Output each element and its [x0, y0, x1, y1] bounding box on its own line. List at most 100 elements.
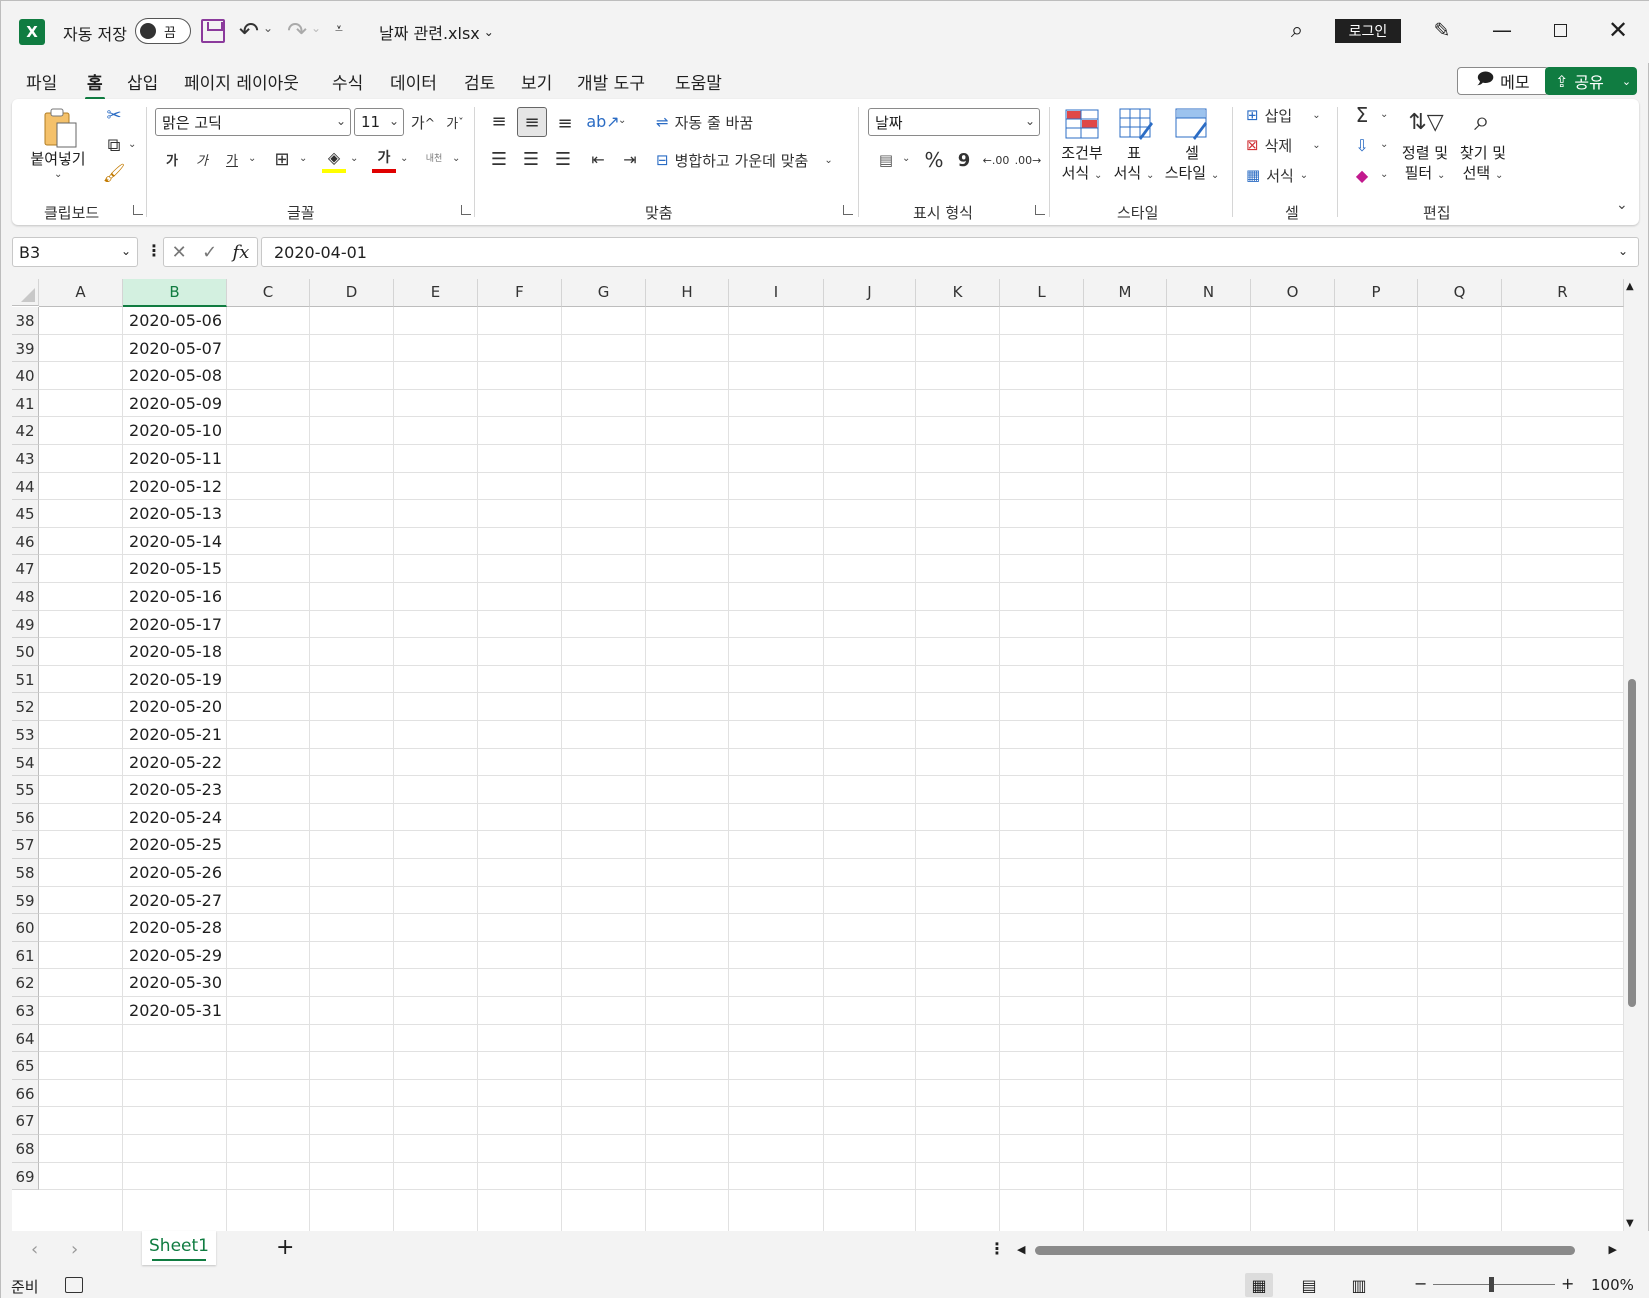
align-top-icon[interactable]: ≡	[485, 107, 513, 135]
row-header[interactable]: 66	[12, 1079, 39, 1108]
column-header-k[interactable]: K	[916, 279, 1000, 307]
row-header[interactable]: 45	[12, 500, 39, 528]
cell-b[interactable]: 2020-05-24	[123, 804, 227, 832]
name-box[interactable]: B3 ⌄	[12, 237, 138, 267]
chevron-down-icon[interactable]: ⌄	[350, 153, 358, 164]
vertical-scrollbar[interactable]: ▲ ▼	[1624, 279, 1639, 1231]
align-right-icon[interactable]: ☰	[549, 145, 577, 173]
wrap-text-button[interactable]: ⇌ 자동 줄 바꿈	[656, 109, 753, 135]
comma-style-icon[interactable]: 9	[954, 147, 974, 173]
row-header[interactable]: 55	[12, 776, 39, 804]
column-header-p[interactable]: P	[1335, 279, 1418, 307]
increase-decimal-icon[interactable]: ←.00	[982, 147, 1010, 173]
align-center-icon[interactable]: ☰	[517, 145, 545, 173]
tab-file[interactable]: 파일	[24, 69, 59, 94]
row-header[interactable]: 38	[12, 307, 39, 335]
cell-b[interactable]: 2020-05-22	[123, 749, 227, 777]
clipboard-launcher-icon[interactable]	[133, 205, 143, 215]
zoom-level[interactable]: 100%	[1591, 1276, 1634, 1294]
clear-icon[interactable]: ◆	[1350, 163, 1374, 187]
insert-function-icon[interactable]: fx	[233, 242, 250, 263]
macro-record-icon[interactable]	[65, 1277, 83, 1293]
column-header-c[interactable]: C	[227, 279, 310, 307]
cell-b[interactable]: 2020-05-30	[123, 969, 227, 997]
scroll-left-icon[interactable]: ◀	[1017, 1243, 1025, 1256]
row-header[interactable]: 51	[12, 665, 39, 694]
chevron-down-icon[interactable]: ⌄	[1380, 109, 1388, 120]
cell-b[interactable]: 2020-05-18	[123, 638, 227, 666]
cut-icon[interactable]: ✂	[102, 103, 126, 127]
column-header-d[interactable]: D	[310, 279, 394, 307]
tab-review[interactable]: 검토	[462, 69, 497, 94]
chevron-down-icon[interactable]: ⌄	[299, 153, 307, 164]
share-button[interactable]: ⇪ 공유 ⌄	[1545, 67, 1637, 95]
column-header-e[interactable]: E	[394, 279, 478, 307]
increase-indent-icon[interactable]: ⇥	[616, 145, 644, 173]
find-select-icon[interactable]: ⌕	[1462, 103, 1502, 139]
grow-font-icon[interactable]: 가 ^	[410, 109, 436, 135]
close-button[interactable]: ✕	[1605, 15, 1631, 45]
cell-b[interactable]: 2020-05-11	[123, 445, 227, 473]
cell-b[interactable]: 2020-05-07	[123, 335, 227, 363]
orientation-icon[interactable]: ab↗	[586, 107, 619, 135]
chevron-down-icon[interactable]: ⌄	[618, 115, 626, 126]
alignment-launcher-icon[interactable]	[843, 205, 853, 215]
page-layout-view-icon[interactable]: ▤	[1295, 1273, 1323, 1297]
undo-icon[interactable]: ↶	[237, 17, 261, 45]
font-color-icon[interactable]: 가	[372, 145, 396, 173]
normal-view-icon[interactable]: ▦	[1245, 1273, 1273, 1297]
cell-b[interactable]: 2020-05-08	[123, 362, 227, 390]
tab-page-layout[interactable]: 페이지 레이아웃	[182, 69, 301, 94]
tab-view[interactable]: 보기	[519, 69, 554, 94]
cell-b[interactable]: 2020-05-16	[123, 583, 227, 611]
sort-filter-icon[interactable]: ⇅▽	[1406, 105, 1446, 139]
cell-b[interactable]: 2020-05-28	[123, 914, 227, 942]
cell-b[interactable]: 2020-05-31	[123, 997, 227, 1025]
align-left-icon[interactable]: ☰	[485, 145, 513, 173]
row-header[interactable]: 48	[12, 583, 39, 611]
collapse-ribbon-icon[interactable]: ⌄	[1616, 197, 1628, 213]
cell-b[interactable]	[123, 1107, 227, 1135]
column-header-h[interactable]: H	[646, 279, 729, 307]
row-header[interactable]: 47	[12, 555, 39, 583]
sheet-tab[interactable]: Sheet1	[142, 1231, 216, 1265]
column-header-m[interactable]: M	[1084, 279, 1167, 307]
column-header-n[interactable]: N	[1167, 279, 1251, 307]
column-header-b[interactable]: B	[123, 279, 227, 307]
cell-styles-icon[interactable]	[1174, 107, 1210, 141]
formula-input[interactable]: 2020-04-01 ⌄	[261, 237, 1639, 267]
cell-b[interactable]: 2020-05-17	[123, 611, 227, 639]
chevron-down-icon[interactable]: ⌄	[452, 153, 460, 164]
number-format-combo[interactable]: 날짜 ⌄	[868, 108, 1040, 136]
paste-icon[interactable]	[40, 107, 80, 149]
cell-b[interactable]: 2020-05-09	[123, 390, 227, 418]
cell-b[interactable]	[123, 1025, 227, 1053]
chevron-down-icon[interactable]: ⌄	[902, 153, 910, 164]
row-header[interactable]: 52	[12, 693, 39, 721]
more-options-icon[interactable]: ⋮	[146, 241, 162, 260]
add-sheet-icon[interactable]: +	[276, 1235, 294, 1260]
accounting-format-icon[interactable]: ▤	[872, 147, 900, 173]
format-cells-button[interactable]: ▦ 서식 ⌄	[1246, 163, 1308, 187]
font-launcher-icon[interactable]	[461, 205, 471, 215]
scroll-up-icon[interactable]: ▲	[1626, 281, 1634, 292]
shrink-font-icon[interactable]: 가ˇ	[442, 109, 468, 135]
format-painter-icon[interactable]: 🖌	[102, 161, 126, 185]
format-as-table-icon[interactable]	[1118, 107, 1154, 141]
row-header[interactable]: 63	[12, 997, 39, 1025]
signin-button[interactable]: 로그인	[1335, 19, 1401, 43]
cell-b[interactable]: 2020-05-10	[123, 417, 227, 445]
cell-b[interactable]: 2020-05-15	[123, 555, 227, 583]
chevron-down-icon[interactable]: ⌄	[248, 153, 256, 164]
page-break-view-icon[interactable]: ▥	[1345, 1273, 1373, 1297]
column-header-o[interactable]: O	[1251, 279, 1335, 307]
scroll-thumb[interactable]	[1628, 679, 1636, 1007]
percent-style-icon[interactable]: %	[922, 147, 946, 173]
scroll-down-icon[interactable]: ▼	[1626, 1218, 1634, 1229]
redo-icon[interactable]: ↷	[285, 17, 309, 45]
chevron-down-icon[interactable]: ⌄	[54, 169, 62, 180]
row-header[interactable]: 62	[12, 969, 39, 997]
row-header[interactable]: 68	[12, 1135, 39, 1163]
cell-b[interactable]: 2020-05-21	[123, 721, 227, 749]
insert-cells-button[interactable]: ⊞ 삽입 ⌄	[1246, 103, 1321, 127]
